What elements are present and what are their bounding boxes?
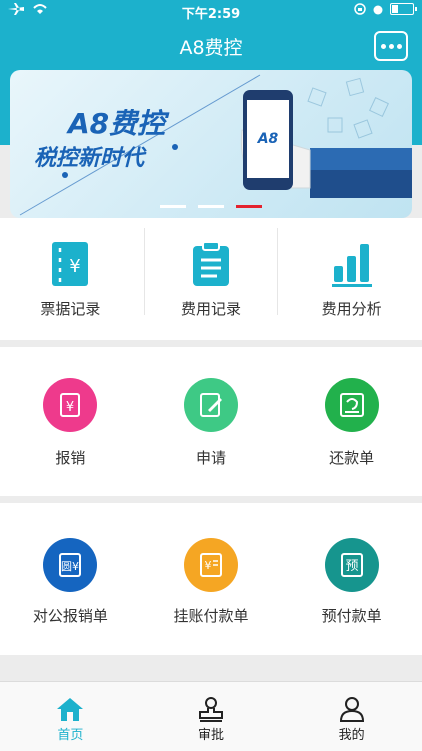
carousel-dot[interactable] [160, 205, 186, 208]
svg-text:预: 预 [345, 559, 358, 574]
action-label: 还款单 [329, 449, 375, 467]
prepayment-icon: 预 [324, 538, 379, 592]
tab-home[interactable]: 首页 [0, 682, 141, 751]
menu-label: 票据记录 [40, 300, 101, 318]
divider [277, 228, 278, 315]
alarm-icon [373, 5, 383, 15]
carousel-indicators[interactable] [10, 205, 412, 208]
bar-chart-icon [331, 244, 372, 287]
approval-stamp-icon [199, 697, 223, 722]
action-label: 申请 [195, 449, 226, 467]
clipboard-icon [193, 241, 229, 286]
banner-title: A8费控 [68, 107, 166, 140]
receipt-yuan-icon: ¥ [52, 242, 89, 286]
tab-label: 审批 [198, 728, 225, 743]
status-bar: 下午2:59 [0, 0, 422, 22]
tab-bar: 首页 审批 我的 [0, 681, 422, 751]
home-icon [57, 698, 84, 721]
menu-label: 费用记录 [180, 300, 241, 318]
corporate-reimburse-icon: 圆¥ [43, 538, 98, 592]
action-repayment[interactable]: 还款单 [281, 347, 422, 496]
payment-actions: 圆¥ 对公报销单 ¥ 挂账付款单 预 预付款单 [0, 503, 422, 655]
more-options-button[interactable] [374, 31, 408, 61]
tab-label: 我的 [338, 728, 365, 743]
svg-text:¥: ¥ [70, 256, 81, 277]
more-dots-icon [380, 43, 386, 49]
user-profile-icon [339, 697, 364, 722]
banner-subtitle: 税控新时代 [34, 146, 145, 171]
action-label: 挂账付款单 [173, 607, 249, 625]
banner-phone: A8 [243, 90, 293, 190]
promo-banner[interactable]: A8 A8费控 税控新时代 [10, 70, 412, 218]
carousel-dot-active[interactable] [236, 205, 262, 208]
divider [144, 228, 145, 315]
page-title: A8费控 [179, 37, 243, 59]
carousel-dot[interactable] [198, 205, 224, 208]
svg-text:¥: ¥ [66, 400, 74, 415]
action-account-payment[interactable]: ¥ 挂账付款单 [141, 503, 282, 655]
menu-item-receipt-records[interactable]: ¥ 票据记录 [0, 218, 141, 340]
account-payment-icon: ¥ [184, 538, 238, 592]
menu-item-expense-records[interactable]: 费用记录 [141, 218, 282, 340]
phone-screen: A8 [247, 100, 289, 178]
action-apply[interactable]: 申请 [141, 347, 282, 496]
menu-item-expense-analysis[interactable]: 费用分析 [281, 218, 422, 340]
tab-approval[interactable]: 审批 [141, 682, 282, 751]
orientation-lock-icon [354, 3, 366, 15]
quick-menu: ¥ 票据记录 费用记录 费用分析 [0, 218, 422, 340]
action-corporate-reimburse[interactable]: 圆¥ 对公报销单 [0, 503, 141, 655]
expense-actions: ¥ 报销 申请 还款单 [0, 347, 422, 496]
tab-mine[interactable]: 我的 [281, 682, 422, 751]
repayment-icon [324, 378, 379, 432]
action-label: 预付款单 [321, 607, 382, 625]
action-reimburse[interactable]: ¥ 报销 [0, 347, 141, 496]
battery-icon [390, 3, 417, 15]
reimburse-icon: ¥ [43, 378, 98, 432]
svg-text:圆¥: 圆¥ [61, 560, 79, 573]
action-prepayment[interactable]: 预 预付款单 [281, 503, 422, 655]
action-label: 对公报销单 [32, 607, 108, 625]
menu-label: 费用分析 [321, 300, 382, 318]
action-label: 报销 [55, 449, 86, 467]
tab-label: 首页 [57, 728, 84, 743]
svg-text:¥: ¥ [205, 559, 212, 572]
apply-edit-icon [184, 378, 238, 432]
phone-logo: A8 [257, 131, 279, 147]
